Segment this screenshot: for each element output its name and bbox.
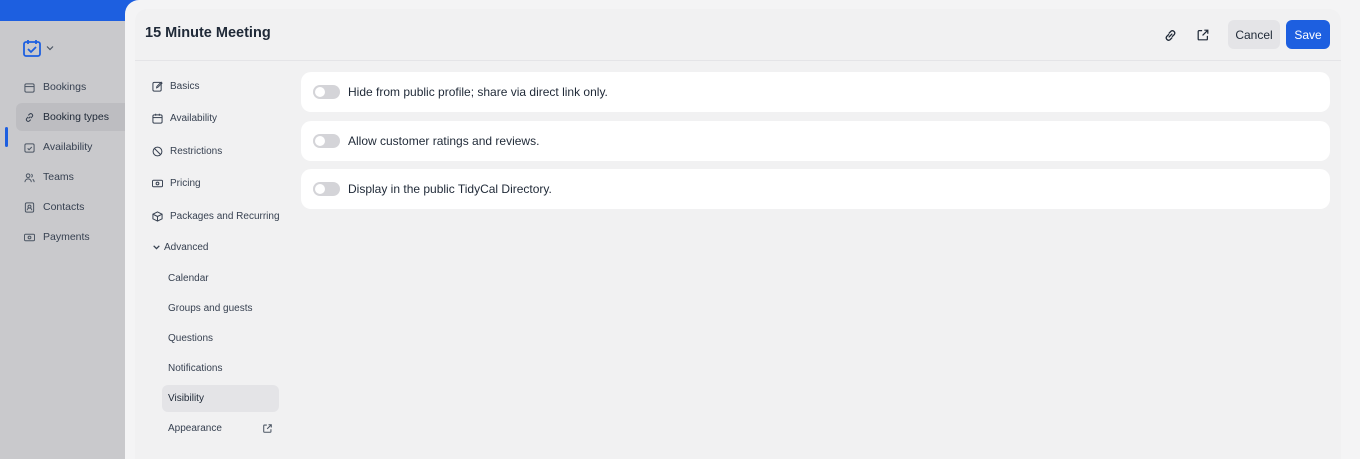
external-link-icon — [263, 424, 272, 433]
settings-nav-notifications[interactable]: Notifications — [162, 355, 279, 382]
settings-nav-pricing[interactable]: Pricing — [152, 170, 201, 196]
users-icon — [24, 172, 35, 182]
calendar-icon — [152, 113, 163, 124]
save-button[interactable]: Save — [1286, 20, 1330, 49]
settings-nav-appearance[interactable]: Appearance — [162, 415, 279, 442]
ban-icon — [152, 146, 163, 156]
settings-nav-label: Calendar — [168, 273, 209, 284]
money-icon — [24, 233, 35, 241]
link-icon — [25, 112, 34, 122]
ratings-reviews-toggle[interactable] — [313, 134, 340, 148]
open-external-button[interactable] — [1193, 25, 1213, 45]
app-sidebar: Bookings Booking types Availability Team… — [0, 21, 140, 459]
settings-nav-label: Advanced — [164, 241, 209, 253]
option-label: Hide from public profile; share via dire… — [348, 85, 608, 99]
toggle-knob — [315, 87, 325, 97]
contacts-icon — [24, 201, 35, 213]
app-nav-contacts[interactable]: Contacts — [16, 193, 140, 221]
calendar-logo-icon — [23, 40, 41, 57]
chevron-down-icon — [153, 244, 160, 250]
edit-booking-type-modal: 15 Minute Meeting Cancel Save Basics Ava… — [125, 0, 1360, 459]
settings-nav-basics[interactable]: Basics — [152, 73, 199, 99]
modal-header: 15 Minute Meeting Cancel Save — [135, 9, 1341, 61]
app-nav-bookings[interactable]: Bookings — [16, 73, 140, 101]
app-nav-label: Availability — [43, 141, 93, 153]
settings-nav-restrictions[interactable]: Restrictions — [152, 138, 222, 164]
active-indicator — [5, 127, 8, 147]
directory-toggle[interactable] — [313, 182, 340, 196]
visibility-option-directory: Display in the public TidyCal Directory. — [301, 169, 1330, 209]
settings-nav-calendar[interactable]: Calendar — [162, 265, 279, 292]
logo-menu[interactable] — [22, 38, 54, 58]
settings-nav-questions[interactable]: Questions — [162, 325, 279, 352]
visibility-option-ratings: Allow customer ratings and reviews. — [301, 121, 1330, 161]
settings-nav-label: Visibility — [168, 393, 204, 404]
edit-icon — [152, 81, 163, 92]
app-nav-label: Contacts — [43, 201, 85, 213]
chevron-down-icon — [46, 46, 54, 51]
settings-nav-visibility[interactable]: Visibility — [162, 385, 279, 412]
app-nav-label: Bookings — [43, 81, 87, 93]
visibility-option-hide-profile: Hide from public profile; share via dire… — [301, 72, 1330, 112]
calendar-check-icon — [24, 142, 35, 153]
copy-link-button[interactable] — [1160, 25, 1180, 45]
option-label: Allow customer ratings and reviews. — [348, 134, 540, 148]
hide-from-profile-toggle[interactable] — [313, 85, 340, 99]
option-label: Display in the public TidyCal Directory. — [348, 182, 552, 196]
cancel-button[interactable]: Cancel — [1228, 20, 1280, 49]
settings-nav-label: Pricing — [170, 177, 201, 189]
app-nav-payments[interactable]: Payments — [16, 223, 140, 251]
settings-nav-label: Questions — [168, 333, 214, 344]
money-icon — [152, 179, 163, 187]
toggle-knob — [315, 184, 325, 194]
settings-nav-packages[interactable]: Packages and Recurring — [152, 203, 280, 229]
settings-nav-label: Packages and Recurring — [170, 210, 280, 222]
package-icon — [152, 210, 163, 222]
settings-nav-label: Appearance — [168, 423, 222, 434]
settings-nav-label: Notifications — [168, 363, 223, 374]
calendar-icon — [24, 82, 35, 93]
app-nav-teams[interactable]: Teams — [16, 163, 140, 191]
app-nav-label: Teams — [43, 171, 74, 183]
external-link-icon — [1197, 29, 1209, 41]
page-title: 15 Minute Meeting — [145, 25, 271, 41]
app-nav-label: Payments — [43, 231, 90, 243]
app-nav-booking-types[interactable]: Booking types — [16, 103, 140, 131]
app-nav: Bookings Booking types Availability Team… — [16, 73, 140, 253]
app-nav-availability[interactable]: Availability — [16, 133, 140, 161]
app-nav-label: Booking types — [43, 111, 109, 123]
toggle-knob — [315, 136, 325, 146]
settings-nav-label: Basics — [170, 80, 200, 92]
settings-nav-advanced-toggle[interactable]: Advanced — [152, 234, 208, 260]
link-icon — [1165, 29, 1175, 41]
settings-nav-label: Groups and guests — [168, 303, 253, 314]
settings-nav-label: Restrictions — [170, 145, 223, 157]
modal-body: 15 Minute Meeting Cancel Save Basics Ava… — [135, 9, 1341, 459]
settings-nav-label: Availability — [170, 112, 218, 124]
settings-nav-groups-guests[interactable]: Groups and guests — [162, 295, 279, 322]
settings-nav-availability[interactable]: Availability — [152, 105, 217, 131]
